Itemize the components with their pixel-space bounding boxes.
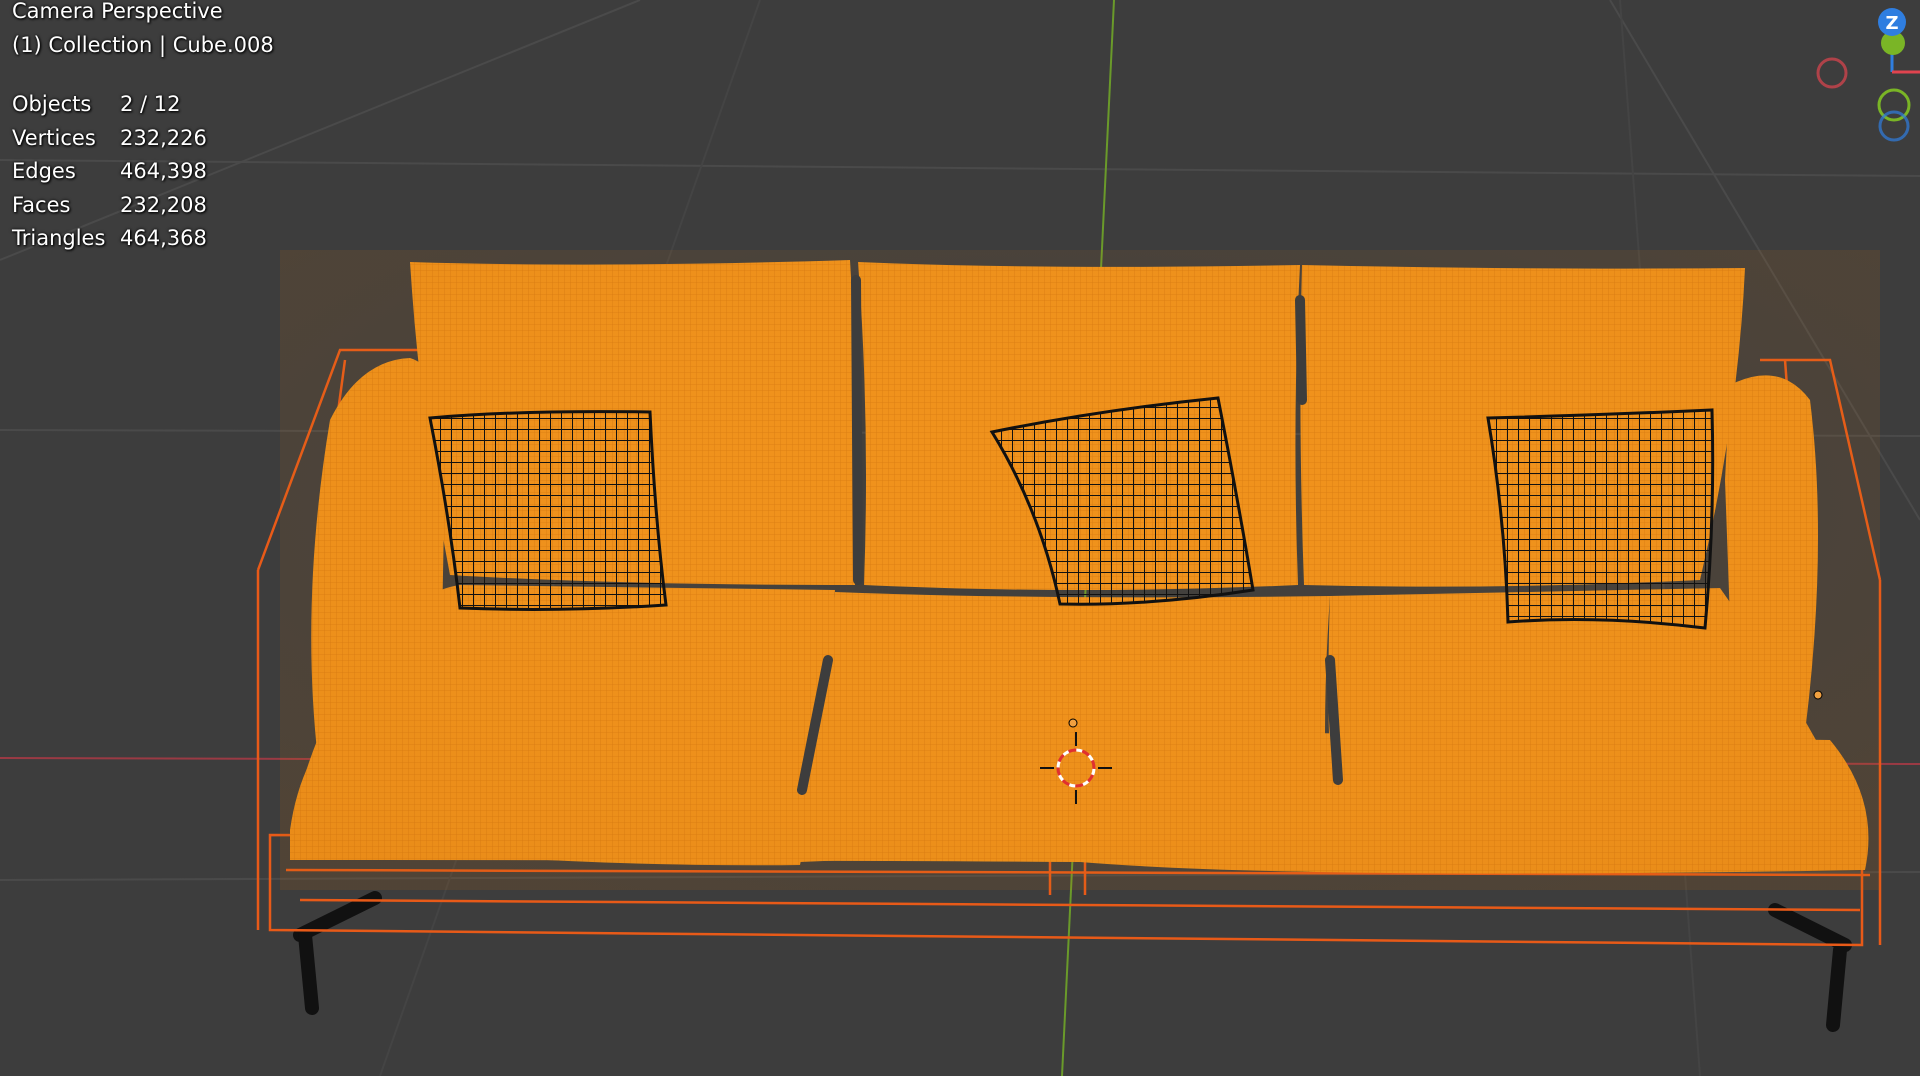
- sofa-model[interactable]: [256, 250, 1882, 1032]
- gizmo-z-negative[interactable]: [1878, 110, 1910, 142]
- navigation-gizmo[interactable]: Z: [1816, 8, 1920, 142]
- object-origin: [1068, 718, 1078, 728]
- gizmo-z-label: Z: [1885, 13, 1898, 34]
- throw-pillow-right: [1486, 408, 1715, 630]
- throw-pillow-left: [428, 410, 668, 611]
- sofa-legs: [293, 891, 1852, 1032]
- gizmo-x-negative[interactable]: [1816, 57, 1848, 89]
- 3d-viewport[interactable]: Z: [0, 0, 1920, 1076]
- object-origin-2: [1813, 690, 1823, 700]
